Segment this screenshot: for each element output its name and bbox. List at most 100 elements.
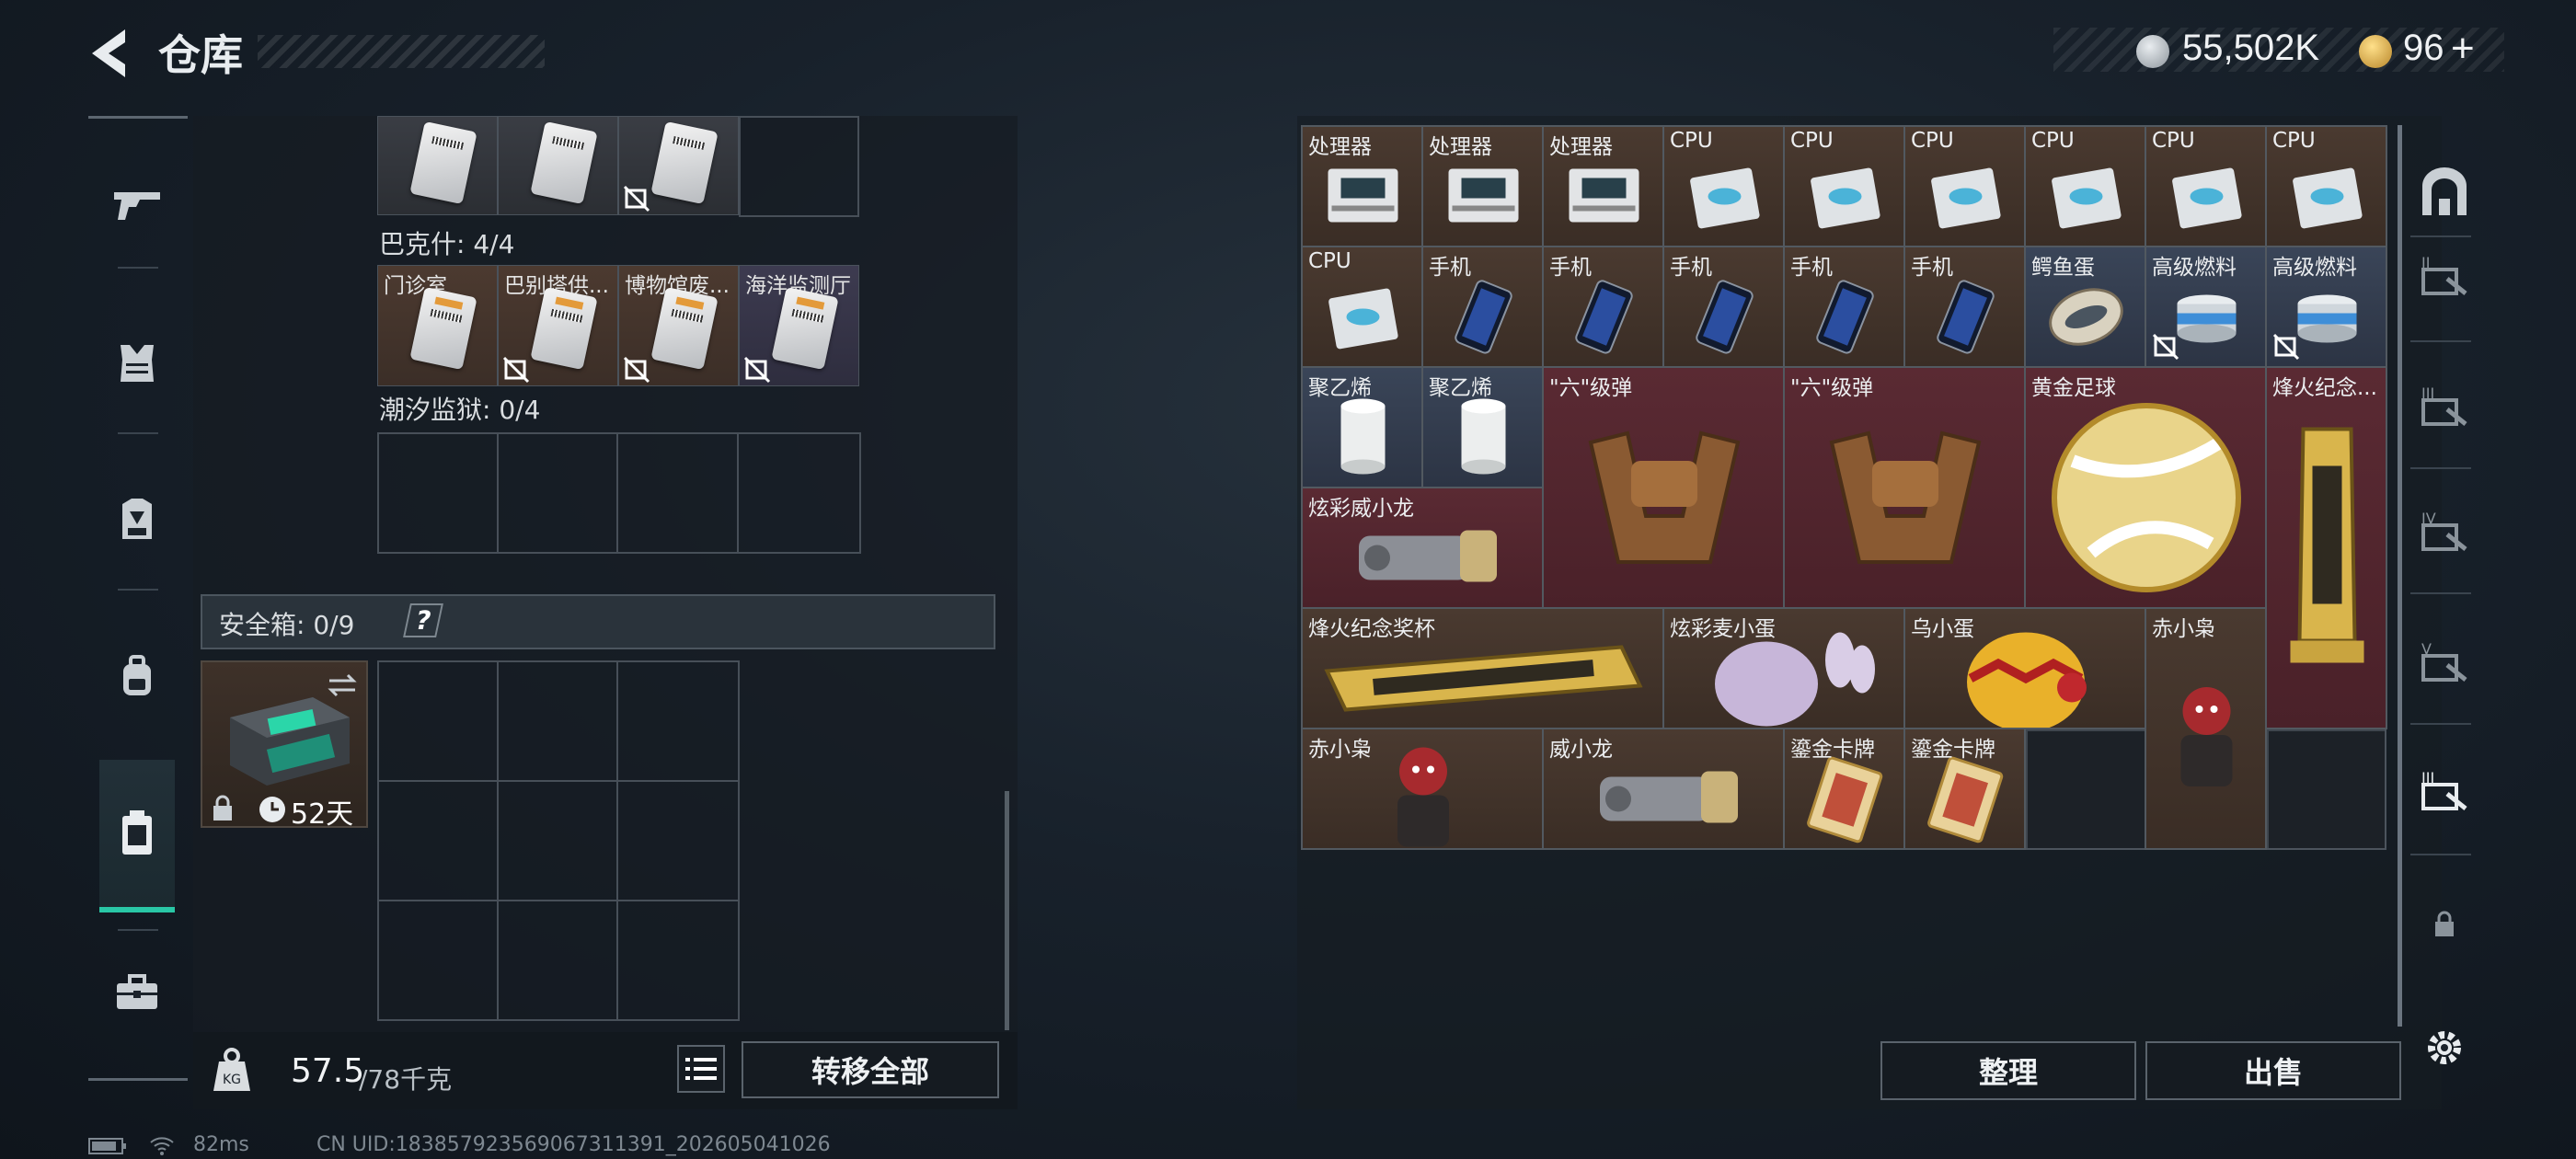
rail-top-line <box>88 116 188 119</box>
stash-item-phone[interactable]: 手机 <box>1662 246 1785 368</box>
key-card-item[interactable]: 门诊室 <box>377 265 498 386</box>
safe-box-icon[interactable] <box>107 802 167 863</box>
page-title: 仓库 <box>158 30 243 80</box>
key-card-item[interactable]: 博物馆废... <box>618 265 739 386</box>
swap-icon[interactable] <box>326 671 359 699</box>
empty-slot[interactable] <box>377 432 499 554</box>
item-label: "六"级弹 <box>1549 376 1633 400</box>
stash-item-ball[interactable]: 黄金足球 <box>2024 366 2267 609</box>
key-card-row: 门诊室 巴别塔供... 博物馆废... 海洋监测厅 <box>377 265 861 388</box>
weapon-icon[interactable] <box>107 175 167 235</box>
empty-slot[interactable] <box>616 780 740 901</box>
stash-item-card[interactable]: 鎏金卡牌 <box>1783 728 1905 850</box>
uid-text: CN UID:183857923569067311391_20260504102… <box>316 1133 831 1156</box>
empty-slot[interactable] <box>616 432 739 554</box>
stash-item-mech[interactable]: 炫彩威小龙 <box>1301 487 1544 609</box>
stash-item-processor[interactable]: 处理器 <box>1542 125 1664 247</box>
chest-rig-icon[interactable] <box>107 489 167 550</box>
rail-divider <box>118 432 158 434</box>
stash-item-figure[interactable]: 赤小枭 <box>2145 607 2267 850</box>
stash-item-phone[interactable]: 手机 <box>1903 246 2026 368</box>
left-scrollbar[interactable] <box>1005 791 1009 1030</box>
item-label: 处理器 <box>1308 135 1372 159</box>
stash-item-cpu[interactable]: CPU <box>1301 246 1423 368</box>
stash-item-egg2[interactable]: 乌小蛋 <box>1903 607 2146 729</box>
list-view-button[interactable] <box>677 1045 725 1093</box>
empty-slot[interactable] <box>377 660 499 782</box>
item-label: "六"级弹 <box>1790 376 1874 400</box>
toolbox-icon[interactable] <box>107 962 167 1023</box>
stash-item-gauntlet[interactable]: "六"级弹 <box>1542 366 1785 609</box>
stash-item-processor[interactable]: 处理器 <box>1301 125 1423 247</box>
item-label: 聚乙烯 <box>1429 376 1492 400</box>
stash-item-gauntlet[interactable]: "六"级弹 <box>1783 366 2026 609</box>
stash-item-fuel[interactable]: 高级燃料 <box>2145 246 2267 368</box>
stash-item-processor[interactable]: 处理器 <box>1421 125 1544 247</box>
transfer-all-button[interactable]: 转移全部 <box>742 1041 999 1098</box>
locked-page-icon[interactable] <box>2414 894 2475 955</box>
title-decoration <box>258 35 545 68</box>
weight-icon: KG <box>213 1048 250 1091</box>
wifi-icon <box>150 1137 174 1155</box>
stash-item-bunny[interactable]: 炫彩麦小蛋 <box>1662 607 1905 729</box>
key-card-item[interactable]: 巴别塔供... <box>498 265 618 386</box>
item-label: CPU <box>2031 129 2075 153</box>
stash-item-cpu[interactable]: CPU <box>1783 125 1905 247</box>
stash-item-cpu[interactable]: CPU <box>2145 125 2267 247</box>
empty-slot[interactable] <box>377 900 499 1021</box>
stash-item-trophy[interactable]: 烽火纪念... <box>2265 366 2387 729</box>
right-scrollbar[interactable] <box>2398 125 2402 1027</box>
safe-box-image <box>230 697 350 786</box>
key-card-item[interactable] <box>498 116 618 215</box>
stash-item-phone[interactable]: 手机 <box>1542 246 1664 368</box>
stash-item-mech[interactable]: 威小龙 <box>1542 728 1785 850</box>
stash-item-egg[interactable]: 鳄鱼蛋 <box>2024 246 2146 368</box>
armor-icon[interactable] <box>107 333 167 394</box>
key-card-item[interactable] <box>377 116 498 215</box>
stash-item-figure[interactable]: 赤小枭 <box>1301 728 1544 850</box>
stash-item-phone[interactable]: 手机 <box>1783 246 1905 368</box>
empty-slot[interactable] <box>616 660 740 782</box>
empty-slot[interactable] <box>616 900 740 1021</box>
empty-slot[interactable] <box>497 900 618 1021</box>
no-trade-icon <box>623 185 650 212</box>
gold-coin-icon <box>2359 35 2392 68</box>
item-label: CPU <box>2152 129 2195 153</box>
stash-page-5-icon[interactable]: V <box>2414 631 2475 692</box>
empty-slot[interactable] <box>497 780 618 901</box>
key-card-item[interactable]: 海洋监测厅 <box>739 265 859 386</box>
stash-page-2-icon[interactable]: II <box>2414 245 2475 305</box>
empty-slot[interactable] <box>497 660 618 782</box>
empty-slot[interactable] <box>377 780 499 901</box>
stash-item-roll[interactable]: 聚乙烯 <box>1301 366 1423 488</box>
back-arrow-icon[interactable] <box>85 26 140 81</box>
empty-slot[interactable] <box>739 116 859 217</box>
sell-button[interactable]: 出售 <box>2145 1041 2401 1100</box>
empty-slot[interactable] <box>497 432 618 554</box>
stash-page-3-icon[interactable]: III <box>2414 375 2475 436</box>
key-card-item[interactable] <box>618 116 739 215</box>
top-card-row <box>377 116 861 217</box>
stash-item-phone[interactable]: 手机 <box>1421 246 1544 368</box>
lock-icon <box>213 795 232 820</box>
rail-divider <box>118 267 158 269</box>
stash-item-card[interactable]: 鎏金卡牌 <box>1903 728 2026 850</box>
stash-item-roll[interactable]: 聚乙烯 <box>1421 366 1544 488</box>
help-icon[interactable]: ? <box>403 603 444 637</box>
stash-tab-icon[interactable] <box>2414 162 2475 223</box>
stash-item-cpu[interactable]: CPU <box>1662 125 1785 247</box>
backpack-icon[interactable] <box>107 646 167 706</box>
stash-item-cpu[interactable]: CPU <box>1903 125 2026 247</box>
stash-page-4-icon[interactable]: IV <box>2414 500 2475 561</box>
stash-item-cpu[interactable]: CPU <box>2265 125 2387 247</box>
empty-slot[interactable] <box>737 432 861 554</box>
stash-item-fuel[interactable]: 高级燃料 <box>2265 246 2387 368</box>
safe-box-days: 52天 <box>291 798 354 831</box>
stash-item-trophy-h[interactable]: 烽火纪念奖杯 <box>1301 607 1664 729</box>
add-currency-button[interactable]: + <box>2451 26 2475 72</box>
stash-page-selected-icon[interactable]: III <box>2414 760 2475 820</box>
safe-box-item[interactable]: 52天 <box>201 660 368 831</box>
stash-item-cpu[interactable]: CPU <box>2024 125 2146 247</box>
sort-button[interactable]: 整理 <box>1880 1041 2136 1100</box>
settings-gear-icon[interactable] <box>2414 1017 2475 1078</box>
